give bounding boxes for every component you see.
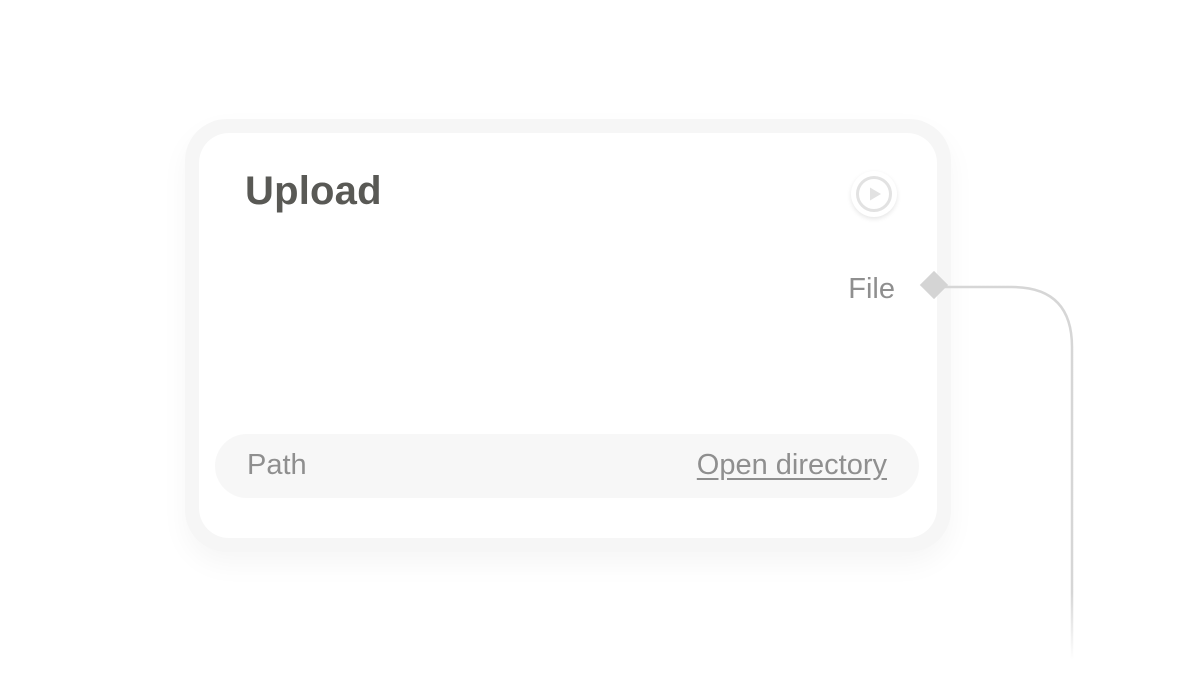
path-field[interactable]: Path Open directory — [215, 434, 919, 498]
upload-node[interactable]: Upload File Path Open directory — [199, 133, 937, 538]
open-directory-link[interactable]: Open directory — [697, 451, 887, 480]
run-button[interactable] — [851, 171, 897, 217]
output-port-label: File — [848, 273, 895, 305]
path-label: Path — [247, 449, 307, 481]
play-circle-icon — [856, 176, 892, 212]
node-title: Upload — [245, 169, 382, 213]
flow-canvas[interactable]: Upload File Path Open directory — [0, 0, 1200, 690]
